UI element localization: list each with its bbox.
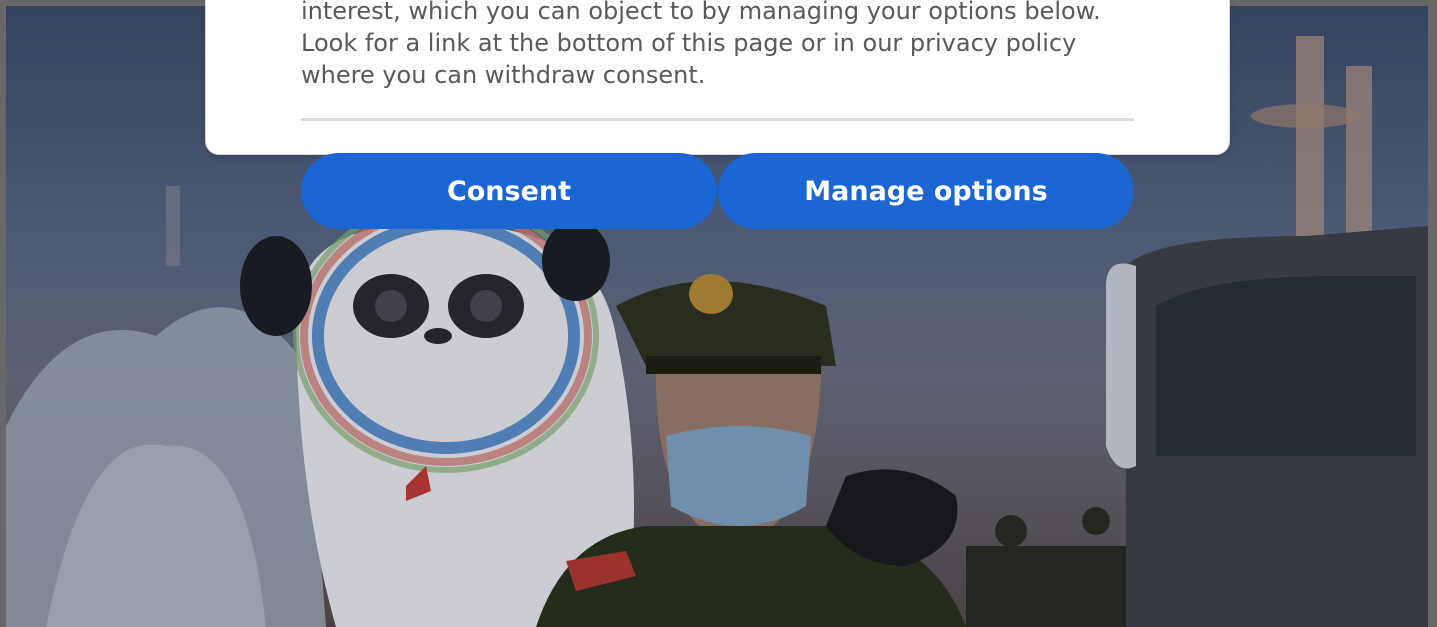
page: interest, which you can object to by man…	[0, 0, 1437, 627]
consent-button[interactable]: Consent	[301, 153, 717, 229]
consent-dialog: interest, which you can object to by man…	[205, 0, 1230, 155]
consent-body-text: interest, which you can object to by man…	[301, 0, 1101, 89]
dialog-divider	[301, 118, 1134, 121]
manage-options-button[interactable]: Manage options	[718, 153, 1134, 229]
